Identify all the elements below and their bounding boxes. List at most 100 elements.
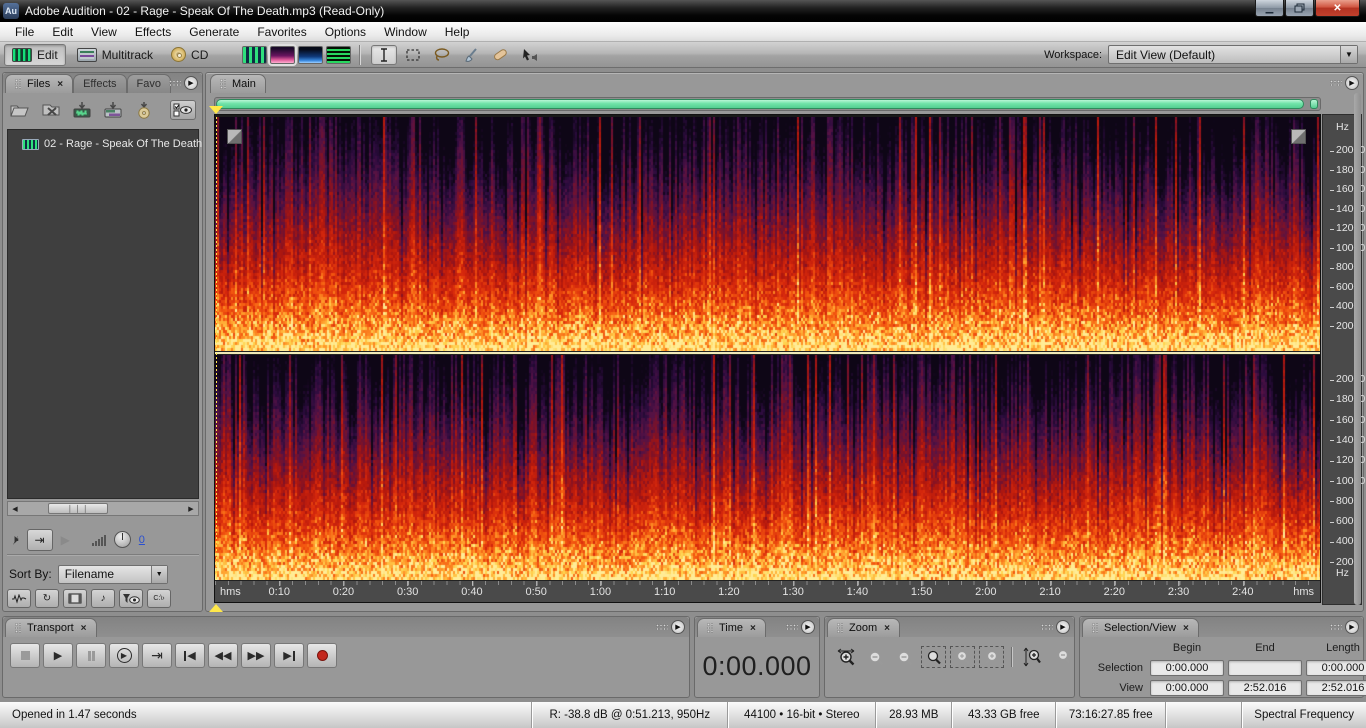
menu-edit[interactable]: Edit bbox=[43, 23, 82, 41]
loop-play-button[interactable]: ⇥ bbox=[142, 643, 172, 668]
selection-begin-field[interactable]: 0:00.000 bbox=[1150, 660, 1224, 676]
tab-main[interactable]: Main bbox=[210, 74, 266, 93]
go-to-end-button[interactable]: ▶ bbox=[274, 643, 304, 668]
show-video-icon[interactable] bbox=[63, 589, 87, 608]
selection-length-field[interactable]: 0:00.000 bbox=[1306, 660, 1366, 676]
horizontal-zoom-navigator[interactable] bbox=[214, 97, 1321, 111]
zoom-out-full-icon[interactable] bbox=[892, 646, 917, 668]
display-corner-handle[interactable] bbox=[227, 129, 242, 144]
spectrogram-right-channel[interactable] bbox=[215, 355, 1320, 580]
marquee-selection-tool-icon[interactable] bbox=[400, 45, 426, 65]
close-button[interactable]: ✕ bbox=[1315, 0, 1360, 17]
play-from-cursor-button[interactable]: ▶ bbox=[109, 643, 139, 668]
spectral-phase-view-icon[interactable] bbox=[326, 45, 352, 64]
close-tab-icon[interactable]: × bbox=[1183, 623, 1189, 634]
scrollbar-thumb[interactable]: ❘❘❘ bbox=[48, 503, 108, 514]
spectrogram-left-channel[interactable] bbox=[215, 117, 1320, 351]
pause-button[interactable] bbox=[76, 643, 106, 668]
autoplay-button[interactable]: ⇥ bbox=[26, 528, 53, 551]
record-button[interactable] bbox=[307, 643, 337, 668]
navigator-nub[interactable] bbox=[1310, 99, 1318, 109]
volume-knob-icon[interactable] bbox=[113, 531, 131, 548]
panel-menu-button[interactable]: ▶ bbox=[801, 620, 815, 634]
file-item[interactable]: 02 - Rage - Speak Of The Death bbox=[8, 136, 202, 152]
close-file-icon[interactable] bbox=[40, 101, 62, 119]
effects-paintbrush-tool-icon[interactable] bbox=[458, 45, 484, 65]
view-end-field[interactable]: 2:52.016 bbox=[1228, 680, 1302, 696]
spectral-frequency-view-icon[interactable] bbox=[268, 43, 298, 66]
view-length-field[interactable]: 2:52.016 bbox=[1306, 680, 1366, 696]
menu-help[interactable]: Help bbox=[436, 23, 479, 41]
tab-selection-view[interactable]: Selection/View × bbox=[1082, 618, 1199, 637]
zoom-to-selection-right-icon[interactable] bbox=[979, 646, 1004, 668]
play-button[interactable]: ▶ bbox=[43, 643, 73, 668]
stop-button[interactable] bbox=[10, 643, 40, 668]
restore-button[interactable] bbox=[1285, 0, 1314, 17]
scrub-tool-icon[interactable] bbox=[516, 45, 542, 65]
menu-window[interactable]: Window bbox=[375, 23, 436, 41]
cd-view-button[interactable]: CD bbox=[164, 44, 215, 66]
time-selection-tool-icon[interactable] bbox=[371, 44, 398, 65]
filter-eye-icon[interactable] bbox=[119, 589, 143, 608]
spot-healing-brush-tool-icon[interactable] bbox=[487, 45, 513, 65]
panel-menu-button[interactable]: ▶ bbox=[1345, 620, 1359, 634]
menu-generate[interactable]: Generate bbox=[180, 23, 248, 41]
multitrack-view-button[interactable]: Multitrack bbox=[70, 44, 160, 66]
scroll-right-icon[interactable]: ▶ bbox=[184, 502, 198, 515]
menu-options[interactable]: Options bbox=[316, 23, 375, 41]
go-to-beginning-button[interactable]: ◀ bbox=[175, 643, 205, 668]
close-tab-icon[interactable]: × bbox=[884, 623, 890, 634]
close-tab-icon[interactable]: × bbox=[81, 623, 87, 634]
current-time-display[interactable]: 0:00.000 bbox=[695, 651, 819, 682]
workspace-select[interactable]: Edit View (Default) ▼ bbox=[1108, 45, 1358, 64]
lasso-selection-tool-icon[interactable] bbox=[429, 45, 455, 65]
file-list[interactable]: 02 - Rage - Speak Of The Death bbox=[7, 129, 202, 499]
edit-view-button[interactable]: Edit bbox=[4, 43, 66, 66]
show-loops-icon[interactable]: ↻ bbox=[35, 589, 59, 608]
import-file-icon[interactable] bbox=[71, 101, 93, 119]
panel-menu-button[interactable]: ▶ bbox=[1056, 620, 1070, 634]
scroll-left-icon[interactable]: ◀ bbox=[8, 502, 22, 515]
tab-time[interactable]: Time × bbox=[697, 618, 766, 637]
show-paths-icon[interactable]: C:\› bbox=[147, 589, 171, 608]
zoom-to-selection-left-icon[interactable] bbox=[950, 646, 975, 668]
menu-file[interactable]: File bbox=[6, 23, 43, 41]
zoom-out-horizontal-icon[interactable] bbox=[863, 646, 888, 668]
tab-favorites[interactable]: Favo bbox=[126, 74, 171, 93]
playhead-marker-top-icon[interactable] bbox=[209, 106, 223, 114]
zoom-in-horizontal-icon[interactable] bbox=[834, 646, 859, 668]
panel-menu-button[interactable]: ▶ bbox=[671, 620, 685, 634]
spectral-pan-view-icon[interactable] bbox=[298, 45, 324, 64]
zoom-out-vertical-icon[interactable] bbox=[1048, 646, 1073, 668]
view-begin-field[interactable]: 0:00.000 bbox=[1150, 680, 1224, 696]
panel-menu-button[interactable]: ▶ bbox=[1345, 76, 1359, 90]
show-audio-icon[interactable] bbox=[7, 589, 31, 608]
minimize-button[interactable]: ▁ bbox=[1255, 0, 1284, 17]
zoom-to-selection-icon[interactable] bbox=[921, 646, 946, 668]
zoom-in-vertical-icon[interactable] bbox=[1019, 646, 1044, 668]
play-preview-icon[interactable]: ▶ bbox=[61, 533, 70, 547]
playhead-marker-bottom-icon[interactable] bbox=[209, 604, 223, 612]
menu-view[interactable]: View bbox=[82, 23, 126, 41]
tab-zoom[interactable]: Zoom × bbox=[827, 618, 900, 637]
mute-speaker-icon[interactable]: 🕨̷ bbox=[11, 532, 19, 547]
horizontal-scrollbar[interactable]: ◀ ❘❘❘ ▶ bbox=[7, 501, 199, 516]
preview-volume-link[interactable]: 0 bbox=[139, 534, 145, 546]
display-corner-handle[interactable] bbox=[1291, 129, 1306, 144]
insert-into-cd-icon[interactable] bbox=[133, 101, 155, 119]
tab-files[interactable]: Files × bbox=[5, 74, 74, 93]
tab-transport[interactable]: Transport × bbox=[5, 618, 97, 637]
waveform-view-icon[interactable] bbox=[242, 45, 268, 64]
menu-favorites[interactable]: Favorites bbox=[248, 23, 315, 41]
show-midi-icon[interactable]: ♪ bbox=[91, 589, 115, 608]
show-options-icon[interactable] bbox=[170, 100, 196, 120]
time-ruler[interactable]: hms 0:10 0:20 0:30 0:40 0:50 1:00 1:10 1:20 1:30… bbox=[215, 580, 1320, 602]
close-tab-icon[interactable]: × bbox=[750, 623, 756, 634]
open-file-icon[interactable] bbox=[9, 101, 31, 119]
menu-effects[interactable]: Effects bbox=[126, 23, 180, 41]
fast-forward-button[interactable]: ▶▶ bbox=[241, 643, 271, 668]
panel-menu-button[interactable]: ▶ bbox=[184, 76, 198, 90]
close-tab-icon[interactable]: × bbox=[57, 79, 63, 90]
tab-effects[interactable]: Effects bbox=[73, 74, 127, 93]
navigator-thumb[interactable] bbox=[216, 99, 1304, 109]
